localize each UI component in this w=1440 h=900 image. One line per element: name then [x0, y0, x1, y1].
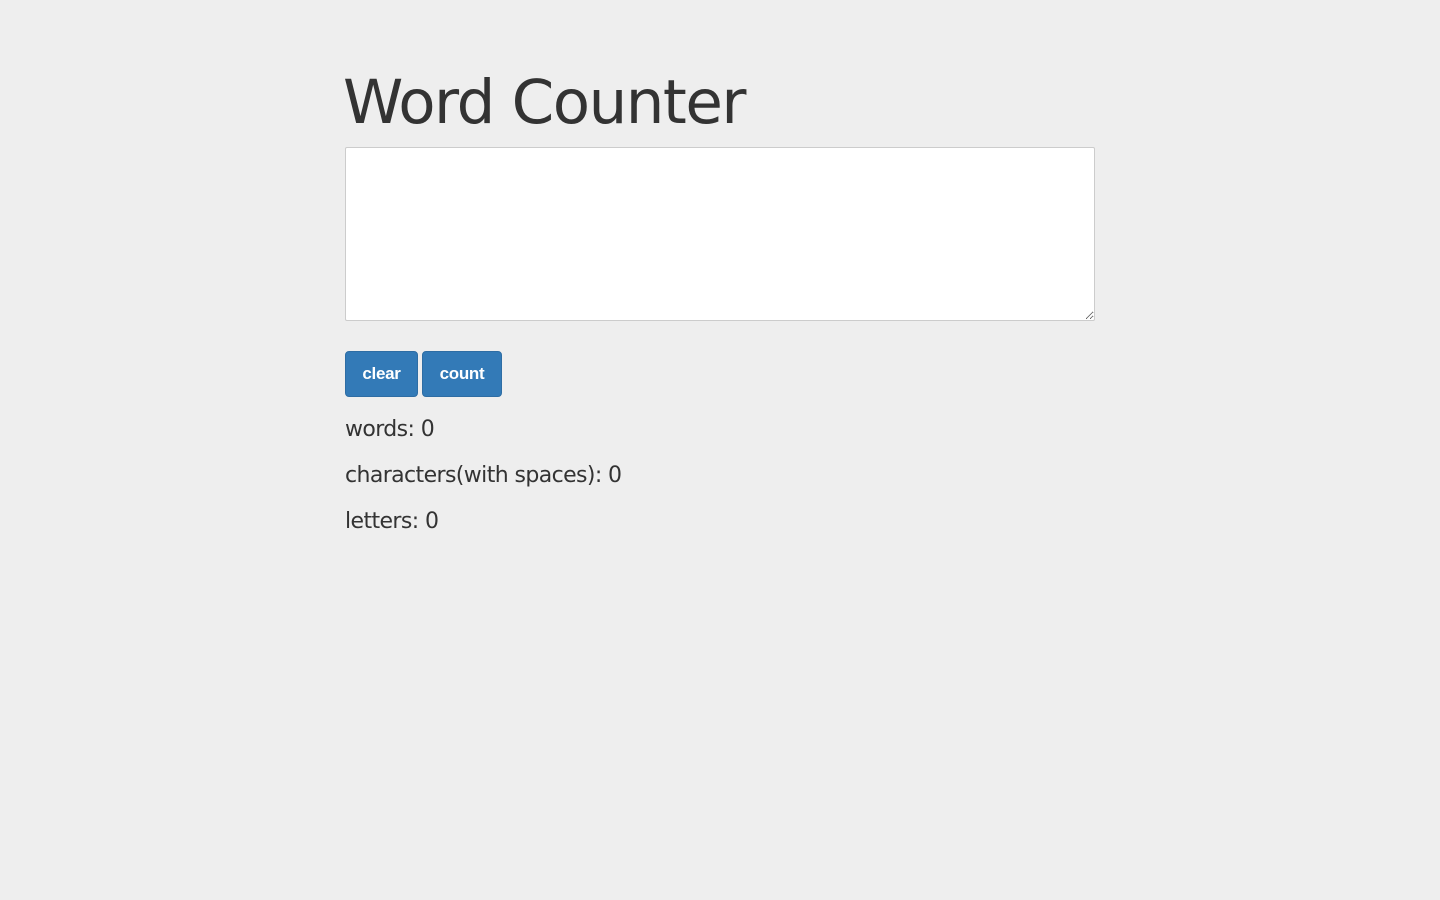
characters-count: characters(with spaces): 0: [345, 463, 622, 488]
text-input-area[interactable]: [345, 147, 1095, 321]
clear-button[interactable]: clear: [345, 351, 418, 397]
page: Word Counter clear count words: 0 charac…: [0, 0, 1440, 900]
page-title: Word Counter: [343, 67, 746, 138]
letters-count: letters: 0: [345, 509, 439, 534]
count-button[interactable]: count: [422, 351, 502, 397]
words-count: words: 0: [345, 417, 435, 442]
